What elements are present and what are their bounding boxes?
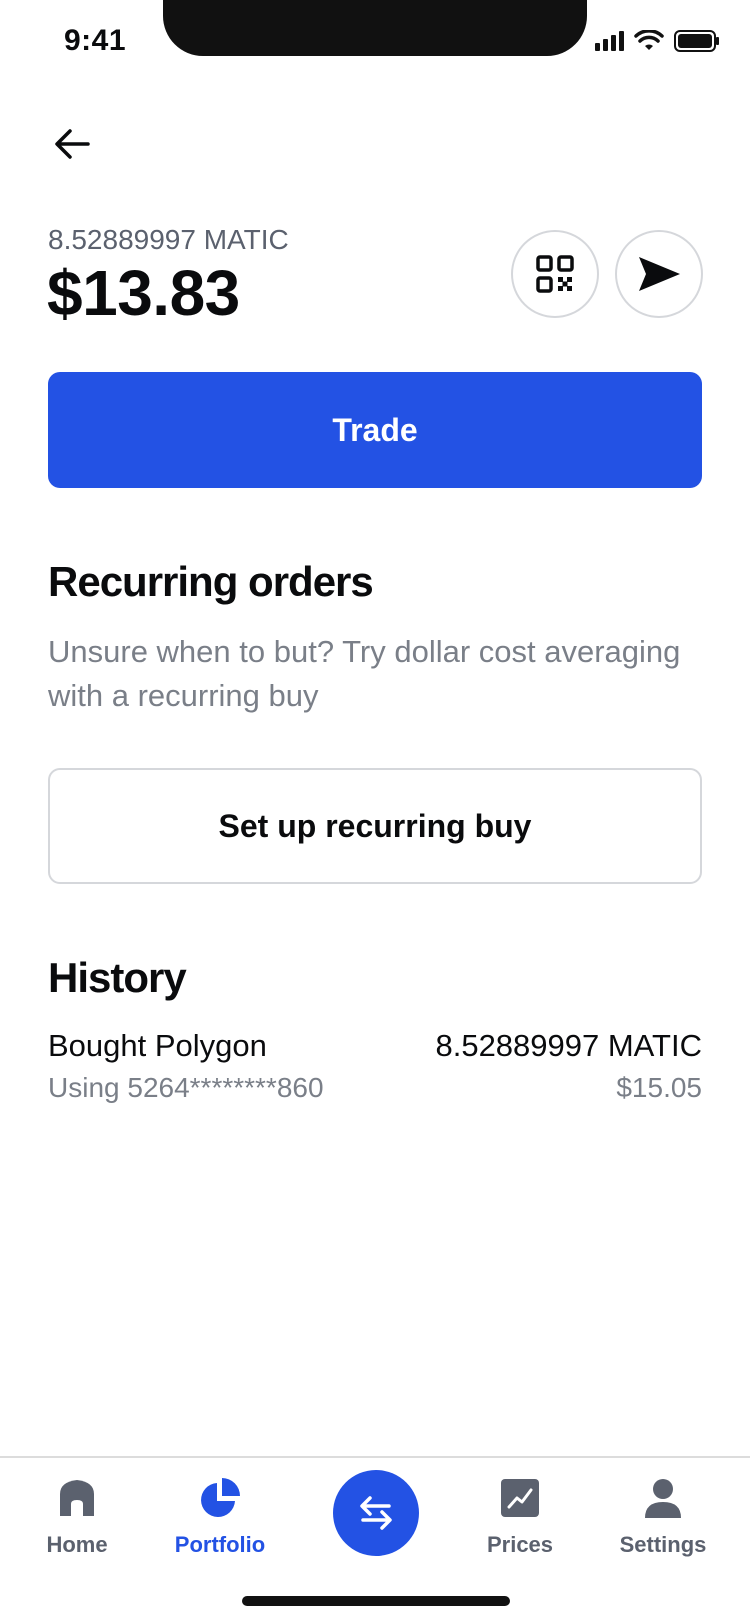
home-icon — [55, 1476, 99, 1520]
send-button[interactable] — [615, 230, 703, 318]
status-time: 9:41 — [64, 24, 127, 57]
home-indicator — [242, 1596, 510, 1606]
back-button[interactable] — [48, 120, 96, 168]
status-bar: 9:41 — [0, 0, 750, 90]
history-title: History — [48, 954, 187, 1001]
history-item-payment-method: Using 5264********860 — [48, 1072, 324, 1103]
notch — [163, 0, 587, 56]
recurring-orders-description: Unsure when to but? Try dollar cost aver… — [48, 634, 681, 713]
balance-value: $13.83 — [47, 257, 240, 329]
status-icons — [595, 30, 720, 52]
tab-portfolio[interactable]: Portfolio — [160, 1476, 280, 1576]
tab-settings[interactable]: Settings — [603, 1476, 723, 1576]
pie-chart-icon — [198, 1476, 242, 1520]
arrow-left-icon — [55, 129, 90, 159]
recurring-orders-title: Recurring orders — [48, 558, 374, 605]
tab-settings-label: Settings — [619, 1532, 707, 1557]
qr-code-icon — [536, 255, 574, 293]
person-icon — [641, 1476, 685, 1520]
asset-amount: 8.52889997 MATIC — [48, 224, 289, 255]
tab-prices-label: Prices — [486, 1532, 554, 1557]
asset-detail-screen: 9:41 8.52889997 MATIC $13.83 Trade Recur… — [0, 0, 750, 1624]
send-arrow-icon — [639, 257, 680, 291]
tab-prices[interactable]: Prices — [460, 1476, 580, 1576]
tab-home[interactable]: Home — [17, 1476, 137, 1576]
history-item-title: Bought Polygon — [48, 1028, 267, 1063]
tab-home-label: Home — [46, 1532, 108, 1557]
receive-qr-button[interactable] — [511, 230, 599, 318]
chart-icon — [498, 1476, 542, 1520]
history-item-value: $15.05 — [616, 1072, 702, 1103]
trade-button[interactable]: Trade — [48, 372, 702, 488]
trade-swap-button[interactable] — [333, 1470, 419, 1556]
history-row[interactable]: Bought Polygon Using 5264********860 8.5… — [48, 1028, 702, 1112]
history-item-amount: 8.52889997 MATIC — [435, 1028, 702, 1063]
wifi-icon — [634, 30, 664, 50]
set-up-recurring-buy-button[interactable]: Set up recurring buy — [48, 768, 702, 884]
swap-arrows-icon — [360, 1496, 392, 1530]
battery-icon — [674, 30, 719, 52]
signal-icon — [595, 31, 624, 51]
tab-portfolio-label: Portfolio — [174, 1532, 266, 1557]
